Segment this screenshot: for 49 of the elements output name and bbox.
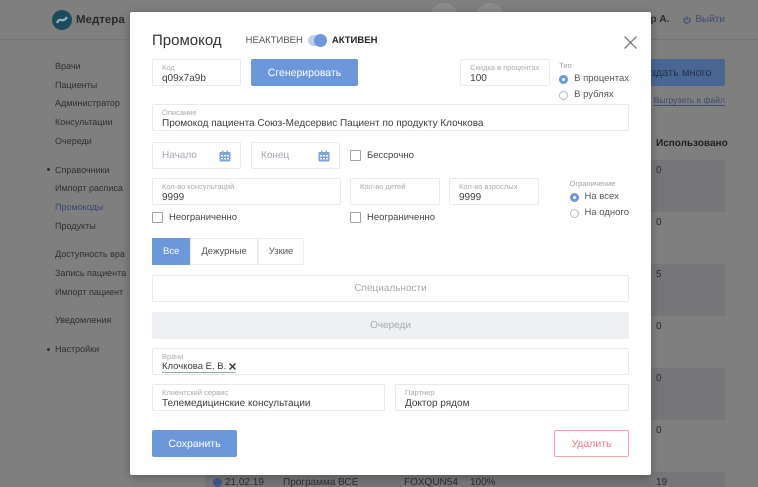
radio-option[interactable]: На одного	[570, 205, 629, 221]
filter-tab[interactable]: Дежурные	[190, 238, 258, 265]
specialties-field[interactable]: Специальности	[152, 275, 629, 302]
table-cell-text: 19	[656, 477, 668, 487]
user-name: р А.	[650, 14, 670, 25]
logo-icon	[52, 10, 72, 30]
sidebar-item[interactable]: Настройки	[55, 340, 100, 359]
column-header: Использовано	[656, 138, 725, 149]
table-cell-text: Программа ВСЕ	[283, 477, 360, 487]
export-link[interactable]: Выгрузить в файл	[654, 95, 725, 106]
doctor-chip[interactable]: Клочкова Е. В.	[162, 361, 236, 373]
delete-button[interactable]: Удалить	[554, 430, 629, 457]
calendar-icon[interactable]	[318, 150, 330, 162]
inactive-label: НЕАКТИВЕН	[246, 34, 303, 46]
table-cell-text: 0	[656, 373, 663, 384]
filter-tab[interactable]: Узкие	[258, 238, 304, 265]
power-icon	[683, 16, 692, 24]
checkbox[interactable]: Бессрочно	[350, 150, 414, 161]
logout-link[interactable]: Выйти	[683, 14, 725, 25]
sidebar-item[interactable]: Справочники	[55, 160, 110, 180]
radio-option[interactable]: В рублях	[559, 87, 629, 103]
table-cell-text: 21.02.19	[225, 477, 265, 487]
table-cell-text: 5	[656, 269, 663, 280]
close-icon[interactable]	[624, 36, 637, 49]
save-button[interactable]: Сохранить	[152, 430, 237, 457]
generate-button[interactable]: Сгенерировать	[251, 59, 358, 86]
table-cell-text: 0	[656, 217, 663, 228]
table-cell-text: 0	[656, 425, 663, 436]
checkbox[interactable]: Неограниченно	[350, 212, 440, 223]
start-date-field[interactable]: Начало	[152, 142, 241, 169]
create-many-button[interactable]: здать много	[650, 59, 725, 86]
remove-icon[interactable]	[229, 363, 236, 370]
radio-option[interactable]: На всех	[570, 189, 629, 205]
active-label: АКТИВЕН	[332, 34, 378, 46]
table-cell-text: FOXQUN54	[404, 477, 459, 487]
dialog-title: Промокод	[152, 32, 222, 48]
status-toggle[interactable]	[308, 34, 327, 46]
calendar-icon[interactable]	[219, 150, 231, 162]
table-cell-text: 100%	[470, 477, 497, 487]
filter-tab[interactable]: Все	[152, 238, 190, 265]
bullet-icon	[47, 168, 50, 172]
checkbox[interactable]: Неограниченно	[152, 212, 341, 223]
end-date-field[interactable]: Конец	[251, 142, 340, 169]
logo-text: Медтера	[76, 14, 125, 26]
table-cell-text: 0	[656, 165, 663, 176]
table-cell-text: 0	[656, 321, 663, 332]
bullet-icon	[47, 348, 50, 351]
radio-option[interactable]: В процентах	[559, 71, 629, 87]
row-check-icon[interactable]	[213, 478, 222, 487]
